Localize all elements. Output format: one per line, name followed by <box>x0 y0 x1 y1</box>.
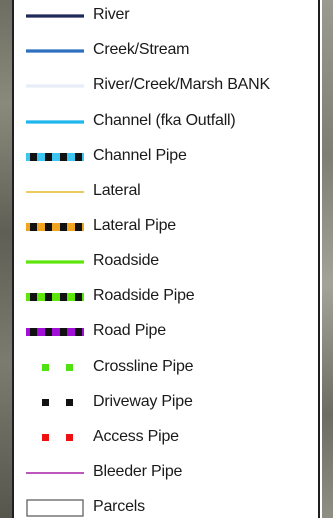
river-line-symbol <box>26 7 86 25</box>
road-pipe-symbol <box>26 323 86 341</box>
map-background-right <box>322 0 333 518</box>
legend-label-parcels: Parcels <box>93 498 145 515</box>
legend-item-access-pipe: Access Pipe <box>14 425 318 451</box>
legend-label-lateral-pipe: Lateral Pipe <box>93 217 176 234</box>
legend-label-driveway-pipe: Driveway Pipe <box>93 393 193 410</box>
lateral-pipe-symbol <box>26 218 86 236</box>
legend-label-creek-stream: Creek/Stream <box>93 41 190 58</box>
lateral-line-symbol <box>26 183 86 201</box>
legend-item-lateral-pipe: Lateral Pipe <box>14 214 318 240</box>
legend-item-lateral: Lateral <box>14 179 318 205</box>
legend-label-access-pipe: Access Pipe <box>93 428 179 445</box>
legend-item-bank: River/Creek/Marsh BANK <box>14 73 318 99</box>
roadside-pipe-symbol <box>26 288 86 306</box>
legend-label-channel-pipe: Channel Pipe <box>93 147 187 164</box>
parcels-box-symbol <box>26 499 86 517</box>
legend-label-bleeder-pipe: Bleeder Pipe <box>93 463 183 480</box>
legend-item-roadside: Roadside <box>14 249 318 275</box>
bleeder-pipe-line-symbol <box>26 464 86 482</box>
legend-item-roadside-pipe: Roadside Pipe <box>14 284 318 310</box>
legend-label-crossline-pipe: Crossline Pipe <box>93 358 194 375</box>
legend-label-lateral: Lateral <box>93 182 141 199</box>
legend-item-road-pipe: Road Pipe <box>14 319 318 345</box>
crossline-pipe-symbol <box>26 359 86 377</box>
legend-label-bank: River/Creek/Marsh BANK <box>93 76 270 93</box>
channel-line-symbol <box>26 113 86 131</box>
channel-pipe-symbol <box>26 148 86 166</box>
legend-label-road-pipe: Road Pipe <box>93 322 166 339</box>
map-background-left <box>0 0 12 518</box>
legend-label-roadside-pipe: Roadside Pipe <box>93 287 195 304</box>
map-legend: River Creek/Stream River/Creek/Marsh BAN… <box>12 0 320 518</box>
bank-line-symbol <box>26 77 86 95</box>
legend-item-bleeder-pipe: Bleeder Pipe <box>14 460 318 486</box>
legend-label-channel: Channel (fka Outfall) <box>93 112 236 129</box>
legend-label-river: River <box>93 6 130 23</box>
driveway-pipe-symbol <box>26 394 86 412</box>
legend-item-driveway-pipe: Driveway Pipe <box>14 390 318 416</box>
legend-item-channel-pipe: Channel Pipe <box>14 144 318 170</box>
legend-item-parcels: Parcels <box>14 495 318 521</box>
legend-item-river: River <box>14 3 318 29</box>
legend-item-creek-stream: Creek/Stream <box>14 38 318 64</box>
access-pipe-symbol <box>26 429 86 447</box>
creek-stream-line-symbol <box>26 42 86 60</box>
legend-item-channel: Channel (fka Outfall) <box>14 109 318 135</box>
roadside-line-symbol <box>26 253 86 271</box>
legend-item-crossline-pipe: Crossline Pipe <box>14 355 318 381</box>
legend-label-roadside: Roadside <box>93 252 160 269</box>
